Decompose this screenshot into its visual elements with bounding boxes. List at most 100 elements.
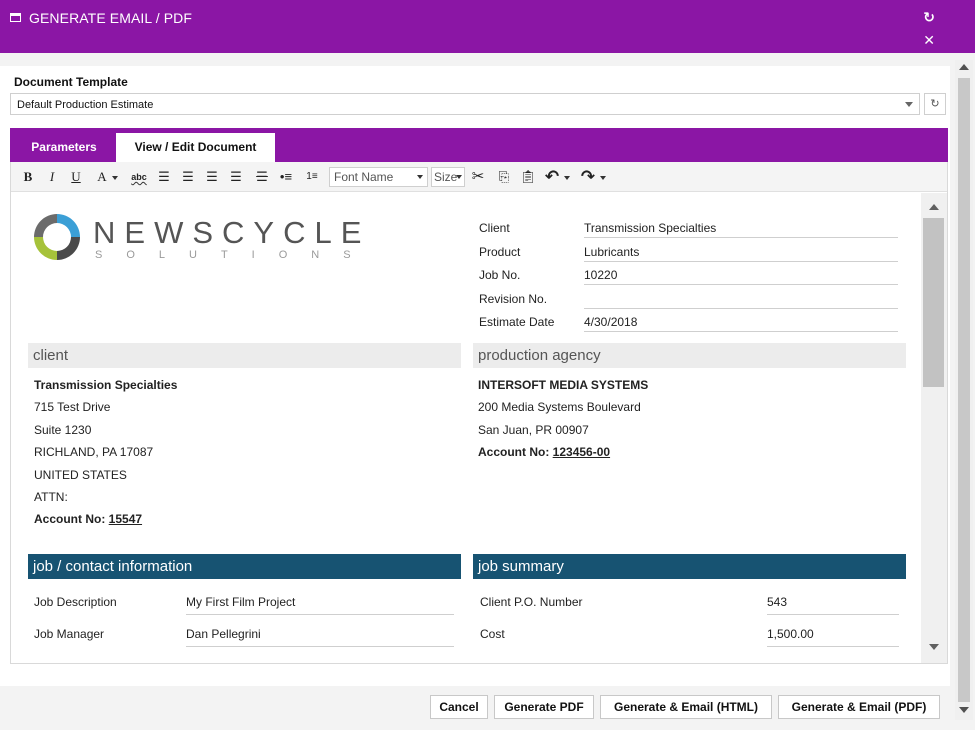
document-scrollbar[interactable] xyxy=(921,193,947,663)
meta-label: Job No. xyxy=(479,268,521,283)
job-contact-value: Dan Pellegrini xyxy=(186,627,454,647)
document-preview[interactable]: NEWSCYCLE SOLUTIONS Client Transmission … xyxy=(11,193,921,663)
meta-value: 4/30/2018 xyxy=(584,315,898,333)
font-name-select[interactable]: Font Name xyxy=(329,167,428,187)
agency-name: INTERSOFT MEDIA SYSTEMS xyxy=(478,378,649,392)
scroll-down-icon[interactable] xyxy=(929,644,939,650)
job-summary-value: 543 xyxy=(767,595,899,615)
meta-row-estimate-date: Estimate Date 4/30/2018 xyxy=(479,309,899,333)
client-name: Transmission Specialties xyxy=(34,378,178,392)
agency-address-line: 200 Media Systems Boulevard xyxy=(478,400,641,415)
job-contact-row: Job Manager Dan Pellegrini xyxy=(34,621,454,653)
document-editor: B I U A abc ☰ ☰ ☰ ☰ ☰ •≡ 1≡ Font Name Si… xyxy=(10,162,948,664)
job-summary-row: Client P.O. Number 543 xyxy=(480,589,900,621)
window-icon xyxy=(10,13,21,22)
client-address: Transmission Specialties 715 Test Drive … xyxy=(34,374,454,531)
scroll-down-icon[interactable] xyxy=(959,707,969,713)
meta-label: Estimate Date xyxy=(479,315,555,330)
tab-parameters[interactable]: Parameters xyxy=(16,133,112,162)
client-address-line: Suite 1230 xyxy=(34,422,92,437)
meta-label: Client xyxy=(479,221,510,235)
generate-email-pdf-dialog: GENERATE EMAIL / PDF ↻ ✕ Document Templa… xyxy=(0,0,975,730)
undo-icon[interactable]: ↶ xyxy=(543,168,561,186)
job-summary-value: 1,500.00 xyxy=(767,627,899,647)
agency-section-heading: production agency xyxy=(473,343,906,368)
dialog-scrollbar[interactable] xyxy=(955,60,973,720)
font-size-select[interactable]: Size xyxy=(431,167,465,187)
align-center-icon[interactable]: ☰ xyxy=(179,168,197,186)
italic-button[interactable]: I xyxy=(45,168,59,186)
paste-icon[interactable]: 📋︎ xyxy=(519,168,537,186)
meta-value xyxy=(584,292,898,309)
template-select[interactable]: Default Production Estimate xyxy=(10,93,920,115)
title-bar: GENERATE EMAIL / PDF ↻ ✕ xyxy=(0,0,975,53)
job-contact-heading: job / contact information xyxy=(28,554,461,579)
font-color-button[interactable]: A xyxy=(95,168,109,186)
font-name-placeholder: Font Name xyxy=(334,170,394,184)
template-label: Document Template xyxy=(14,75,128,89)
job-contact-row: Job Description My First Film Project xyxy=(34,589,454,621)
agency-address-line: San Juan, PR 00907 xyxy=(478,422,589,437)
bullet-list-icon[interactable]: •≡ xyxy=(277,168,295,186)
undo-chevron-icon[interactable] xyxy=(563,168,571,186)
agency-account-label: Account No: xyxy=(478,445,550,460)
job-contact-value: My First Film Project xyxy=(186,595,454,615)
font-name-chevron-icon xyxy=(417,175,423,179)
meta-label: Revision No. xyxy=(479,291,548,306)
scroll-up-icon[interactable] xyxy=(959,64,969,70)
close-icon[interactable]: ✕ xyxy=(923,32,935,49)
bold-button[interactable]: B xyxy=(21,168,35,186)
client-section-heading: client xyxy=(28,343,461,368)
tab-view-edit-document[interactable]: View / Edit Document xyxy=(116,133,275,162)
cancel-button[interactable]: Cancel xyxy=(430,695,488,719)
newscycle-logo-mark xyxy=(34,214,80,260)
align-left-icon[interactable]: ☰ xyxy=(155,168,173,186)
meta-row-client: Client Transmission Specialties xyxy=(479,215,899,239)
estimate-meta: Client Transmission Specialties Product … xyxy=(479,215,899,333)
job-summary-label: Client P.O. Number xyxy=(480,595,583,609)
template-refresh-button[interactable]: ↻ xyxy=(924,93,946,115)
newscycle-logo: NEWSCYCLE SOLUTIONS xyxy=(31,211,371,271)
generate-pdf-button[interactable]: Generate PDF xyxy=(494,695,594,719)
underline-button[interactable]: U xyxy=(69,168,83,186)
font-color-chevron-icon[interactable] xyxy=(111,168,119,186)
spellcheck-button[interactable]: abc xyxy=(129,168,149,186)
scroll-thumb[interactable] xyxy=(923,218,944,387)
client-address-line: RICHLAND, PA 17087 xyxy=(34,445,154,460)
align-justify-icon[interactable]: ☰ xyxy=(227,168,245,186)
agency-address: INTERSOFT MEDIA SYSTEMS 200 Media System… xyxy=(478,374,898,464)
align-right-icon[interactable]: ☰ xyxy=(203,168,221,186)
dialog-title: GENERATE EMAIL / PDF xyxy=(29,10,193,26)
cut-icon[interactable]: ✂ xyxy=(469,168,487,186)
client-attn: ATTN: xyxy=(34,489,68,504)
meta-value: Transmission Specialties xyxy=(584,221,898,238)
meta-label: Product xyxy=(479,244,521,259)
copy-icon[interactable]: ⎘ xyxy=(495,168,513,186)
client-account-label: Account No: xyxy=(34,512,106,527)
chevron-down-icon[interactable] xyxy=(905,102,913,107)
redo-chevron-icon[interactable] xyxy=(599,168,607,186)
meta-row-product: Product Lubricants xyxy=(479,239,899,263)
job-contact-label: Job Description xyxy=(34,595,117,609)
generate-email-html-button[interactable]: Generate & Email (HTML) xyxy=(600,695,772,719)
scroll-thumb[interactable] xyxy=(958,78,970,702)
redo-icon[interactable]: ↷ xyxy=(579,168,597,186)
font-size-placeholder: Size xyxy=(434,170,458,184)
job-contact-label: Job Manager xyxy=(34,627,105,641)
meta-value: Lubricants xyxy=(584,245,898,262)
agency-account: Account No: 123456-00 xyxy=(478,441,898,463)
numbered-list-icon[interactable]: 1≡ xyxy=(303,168,321,186)
scroll-up-icon[interactable] xyxy=(929,204,939,210)
job-summary-heading: job summary xyxy=(473,554,906,579)
generate-email-pdf-button[interactable]: Generate & Email (PDF) xyxy=(778,695,940,719)
client-account-number: 15547 xyxy=(108,512,143,527)
client-address-line: 715 Test Drive xyxy=(34,400,111,415)
refresh-icon[interactable]: ↻ xyxy=(923,9,935,26)
job-summary-label: Cost xyxy=(480,627,505,641)
dialog-footer: Cancel Generate PDF Generate & Email (HT… xyxy=(10,686,948,730)
meta-row-job-no: Job No. 10220 xyxy=(479,262,899,286)
job-summary-row: Cost 1,500.00 xyxy=(480,621,900,653)
font-size-chevron-icon xyxy=(456,175,462,179)
agency-account-number: 123456-00 xyxy=(552,445,611,460)
strikethrough-icon[interactable]: ☰ xyxy=(253,168,271,186)
